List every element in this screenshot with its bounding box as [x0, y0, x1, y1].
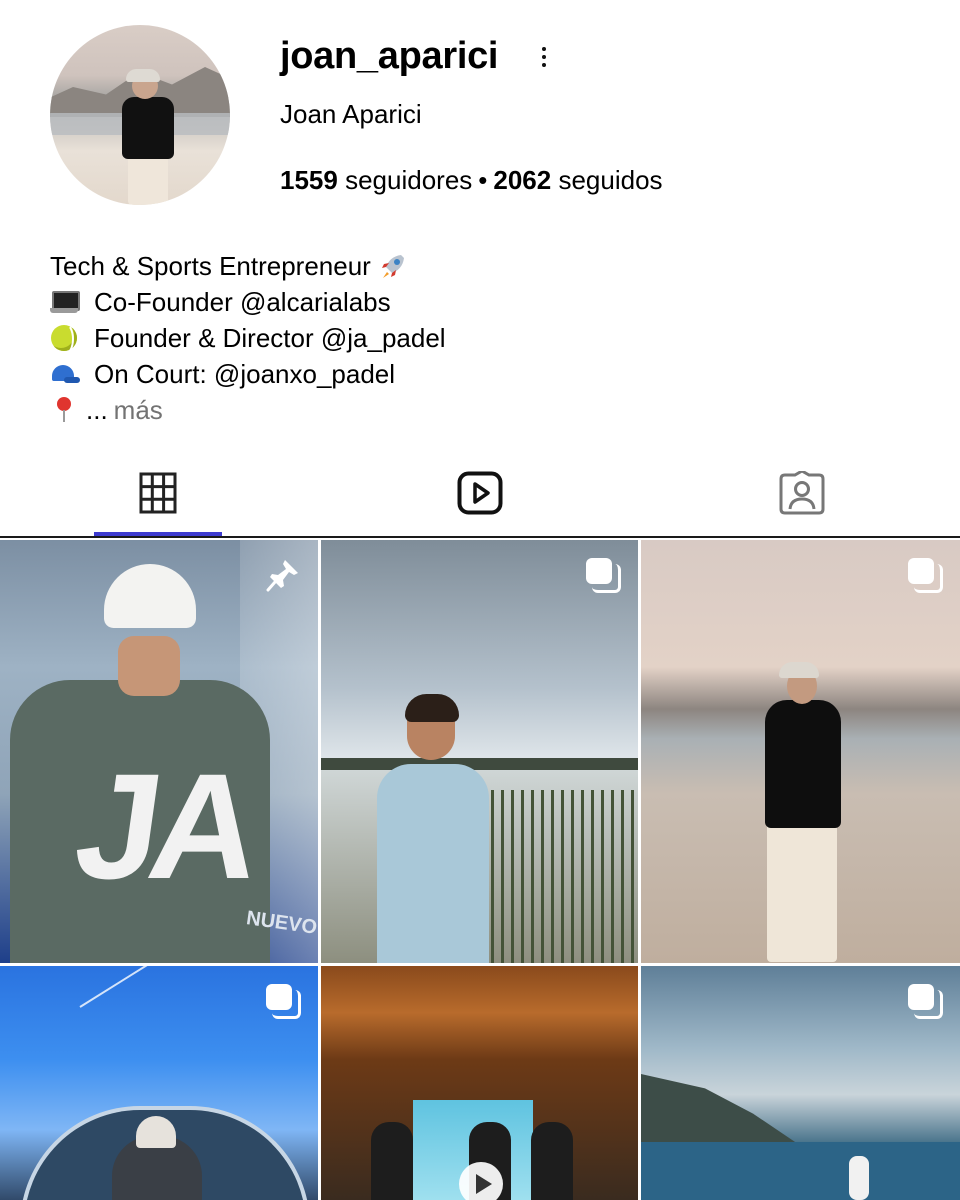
avatar-figure-legs — [128, 155, 168, 205]
post-photo-pants — [767, 822, 837, 962]
bio-line-1: Tech & Sports Entrepreneur — [50, 251, 371, 281]
more-dot-icon — [542, 47, 546, 51]
post-tile[interactable] — [641, 540, 960, 963]
following-count: 2062 — [493, 165, 552, 195]
post-photo-cap — [104, 564, 196, 628]
followers-label: seguidores — [345, 165, 473, 195]
post-photo-sea — [641, 1142, 960, 1200]
profile-bio: Tech & Sports Entrepreneur Co-Founder @a… — [50, 248, 446, 428]
more-dot-icon — [542, 55, 546, 59]
bio-line: Tech & Sports Entrepreneur — [50, 248, 446, 284]
bio-line-5: ... — [86, 395, 108, 425]
carousel-icon — [586, 558, 621, 593]
post-tile[interactable] — [0, 966, 318, 1200]
tab-posts[interactable] — [94, 452, 222, 534]
post-photo-contrail — [79, 966, 191, 1008]
post-photo-letters: JA — [66, 742, 262, 910]
post-photo-shirt — [765, 700, 841, 828]
cap-icon — [50, 361, 80, 387]
profile-tabs — [0, 452, 960, 538]
tab-reels[interactable] — [416, 452, 544, 534]
tennis-ball-icon — [50, 323, 80, 355]
post-photo-neck — [118, 636, 180, 696]
post-photo-cap — [779, 662, 819, 678]
post-photo-rider — [531, 1122, 573, 1200]
rocket-icon — [379, 252, 407, 280]
post-photo-shirt — [377, 764, 489, 963]
profile-username: joan_aparici — [280, 35, 499, 77]
followers-count: 1559 — [280, 165, 338, 195]
more-options-button[interactable] — [530, 40, 558, 74]
following-label: seguidos — [558, 165, 663, 195]
laptop-icon — [50, 289, 80, 315]
tab-tagged[interactable] — [738, 452, 866, 534]
avatar-figure-body — [122, 97, 174, 159]
bio-line: Founder & Director @ja_padel — [50, 320, 446, 356]
pin-icon — [50, 397, 76, 423]
profile-full-name: Joan Aparici — [280, 99, 422, 129]
profile-stats: 1559 seguidores • 2062 seguidos — [280, 163, 663, 197]
bio-line: Co-Founder @alcarialabs — [50, 284, 446, 320]
play-icon — [459, 1162, 503, 1200]
post-photo-cliff — [641, 1074, 801, 1146]
stats-separator: • — [478, 165, 488, 195]
reels-icon — [457, 471, 503, 515]
following-link[interactable]: 2062 seguidos — [493, 165, 662, 195]
post-tile[interactable] — [321, 966, 638, 1200]
carousel-icon — [266, 984, 301, 1019]
post-photo-rider — [371, 1122, 413, 1200]
bio-line: ... más — [50, 392, 446, 428]
carousel-icon — [908, 984, 943, 1019]
tagged-icon — [779, 471, 825, 515]
grid-icon — [139, 472, 177, 514]
post-tile[interactable]: JA NUEVO — [0, 540, 318, 963]
post-photo-cap — [136, 1116, 176, 1148]
tabs-divider — [0, 536, 960, 538]
pinned-post-icon — [266, 558, 300, 592]
posts-grid: JA NUEVO — [0, 540, 960, 1200]
bio-line: On Court: @joanxo_padel — [50, 356, 446, 392]
carousel-icon — [908, 558, 943, 593]
bio-more-link[interactable]: más — [114, 392, 163, 428]
post-tile[interactable] — [321, 540, 638, 963]
bio-line-4[interactable]: On Court: @joanxo_padel — [94, 356, 395, 392]
post-photo-reeds — [491, 790, 638, 963]
post-tile[interactable] — [641, 966, 960, 1200]
profile-avatar[interactable] — [50, 25, 230, 205]
post-photo-hair — [405, 694, 459, 722]
avatar-figure-cap — [126, 69, 160, 82]
bio-line-2[interactable]: Co-Founder @alcarialabs — [94, 284, 391, 320]
more-dot-icon — [542, 63, 546, 67]
post-photo-person — [849, 1156, 869, 1200]
followers-link[interactable]: 1559 seguidores — [280, 165, 472, 195]
bio-line-3[interactable]: Founder & Director @ja_padel — [94, 320, 446, 356]
